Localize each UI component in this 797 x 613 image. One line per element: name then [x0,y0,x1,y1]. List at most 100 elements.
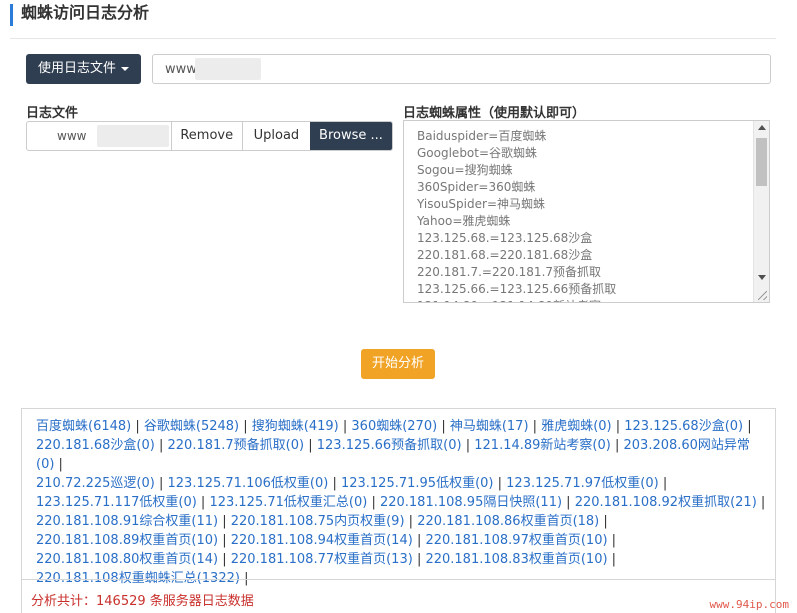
page-title: 蜘蛛访问日志分析 [21,3,150,22]
result-item: 220.181.108.97权重首页(10) [425,533,608,548]
upload-button[interactable]: Upload [241,122,310,150]
result-separator: | [562,495,575,510]
result-item: 220.181.68沙盒(0) [36,438,155,453]
attribute-line: YisouSpider=神马蜘蛛 [417,197,545,211]
attribute-line: 220.181.68.=220.181.68沙盒 [417,248,593,262]
result-item: 搜狗蜘蛛(419) [251,419,339,434]
attribute-line: 360Spider=360蜘蛛 [417,180,536,194]
result-item: 220.181.108.92权重抓取(21) [574,495,757,510]
textarea-scrollbar[interactable] [753,121,769,302]
result-separator: | [404,514,418,529]
result-separator: | [367,495,380,510]
results-panel: 百度蜘蛛(6148) | 谷歌蜘蛛(5248) | 搜狗蜘蛛(419) | 36… [21,408,776,613]
result-separator: | [756,495,766,510]
watermark: www.94ip.com [709,598,789,611]
results-line: 百度蜘蛛(6148) | 谷歌蜘蛛(5248) | 搜狗蜘蛛(419) | 36… [36,417,768,436]
attribute-line: Baiduspider=百度蜘蛛 [417,129,547,143]
result-item: 123.125.66预备抓取(0) [316,438,462,453]
attribute-line: Sogou=搜狗蜘蛛 [417,163,513,177]
result-separator: | [412,552,426,567]
spider-attributes-textarea[interactable]: Baiduspider=百度蜘蛛 Googlebot=谷歌蜘蛛 Sogou=搜狗蜘蛛… [403,120,770,303]
result-item: 220.181.108.77权重首页(13) [230,552,413,567]
page-header: 蜘蛛访问日志分析 [10,0,776,39]
result-item: 123.125.71.95低权重(0) [340,476,494,491]
result-separator: | [528,419,542,434]
results-list: 百度蜘蛛(6148) | 谷歌蜘蛛(5248) | 搜狗蜘蛛(419) | 36… [36,417,768,588]
result-item: 220.181.108.83权重首页(10) [425,552,608,567]
result-item: 123.125.71.106低权重(0) [167,476,329,491]
title-accent-bar [10,4,13,26]
dropdown-label: 使用日志文件 [37,61,116,76]
result-separator: | [599,514,608,529]
result-separator: | [437,419,450,434]
result-item: 神马蜘蛛(17) [449,419,529,434]
start-analysis-button[interactable]: 开始分析 [361,349,435,379]
result-item: 123.125.71.117低权重(0) [36,495,197,510]
result-item: 220.181.7预备抓取(0) [167,438,305,453]
file-name-text: www [57,129,87,143]
result-separator: | [743,419,752,434]
result-item: 220.181.108.89权重首页(10) [36,533,219,548]
scroll-thumb[interactable] [756,138,767,186]
result-item: 220.181.108.80权重首页(14) [36,552,219,567]
scroll-up-arrow-icon[interactable] [758,125,766,130]
attribute-line: 123.125.68.=123.125.68沙盒 [417,231,593,245]
result-item: 210.72.225巡逻(0) [36,476,155,491]
attribute-line: 121.14.89.=121.14.89新站考察 [417,298,616,302]
attribute-line: Yahoo=雅虎蜘蛛 [417,214,511,228]
results-line: 123.125.71.117低权重(0) | 123.125.71低权重汇总(0… [36,493,768,512]
result-item: 雅虎蜘蛛(0) [541,419,612,434]
result-separator: | [412,533,426,548]
attribute-line: Googlebot=谷歌蜘蛛 [417,146,538,160]
attribute-line: 123.125.66.=123.125.66预备抓取 [417,282,617,296]
result-separator: | [218,533,231,548]
result-item: 123.125.71低权重汇总(0) [209,495,368,510]
result-item: 220.181.108.86权重首页(18) [417,514,600,529]
result-item: 谷歌蜘蛛(5248) [143,419,240,434]
file-name-field[interactable]: www [27,122,171,150]
result-separator: | [218,552,231,567]
result-separator: | [658,476,668,491]
log-source-dropdown[interactable]: 使用日志文件 [26,54,141,84]
result-separator: | [338,419,352,434]
browse-button[interactable]: Browse ... [309,122,392,150]
result-item: 百度蜘蛛(6148) [36,419,132,434]
result-separator: | [154,438,168,453]
result-item: 121.14.89新站考察(0) [474,438,611,453]
result-separator: | [611,419,625,434]
result-separator: | [607,533,617,548]
results-line: 220.181.108.89权重首页(10) | 220.181.108.94权… [36,531,768,550]
result-item: 220.181.108.75内页权重(9) [230,514,405,529]
result-item: 360蜘蛛(270) [351,419,438,434]
results-line: 210.72.225巡逻(0) | 123.125.71.106低权重(0) |… [36,474,768,493]
result-separator: | [196,495,210,510]
result-item: 220.181.108.91综合权重(11) [36,514,219,529]
result-separator: | [239,419,252,434]
results-line: 220.181.108.80权重首页(14) | 220.181.108.77权… [36,550,768,569]
results-line: 220.181.68沙盒(0) | 220.181.7预备抓取(0) | 123… [36,436,768,474]
result-item: 220.181.108.94权重首页(14) [230,533,413,548]
remove-button[interactable]: Remove [170,122,242,150]
results-line: 220.181.108.91综合权重(11) | 220.181.108.75内… [36,512,768,531]
result-separator: | [493,476,507,491]
result-separator: | [218,514,231,529]
attributes-lines: Baiduspider=百度蜘蛛 Googlebot=谷歌蜘蛛 Sogou=搜狗蜘蛛… [417,128,617,302]
scroll-down-arrow-icon[interactable] [758,275,766,280]
result-separator: | [607,552,617,567]
result-separator: | [304,438,317,453]
caret-down-icon [121,66,129,71]
file-upload-group: www Remove Upload Browse ... [26,121,393,151]
result-separator: | [461,438,475,453]
attribute-line: 220.181.7.=220.181.7预备抓取 [417,265,602,279]
resize-handle-icon[interactable] [758,291,767,300]
result-separator: | [131,419,144,434]
result-separator: | [328,476,341,491]
redacted-blur [97,125,169,147]
result-separator: | [154,476,168,491]
result-item: 123.125.68沙盒(0) [624,419,744,434]
result-separator: | [54,457,63,472]
total-summary: 分析共计：146529 条服务器日志数据 [31,594,254,609]
result-item: 123.125.71.97低权重(0) [506,476,659,491]
log-file-label: 日志文件 [26,106,79,121]
redacted-blur [195,58,261,80]
